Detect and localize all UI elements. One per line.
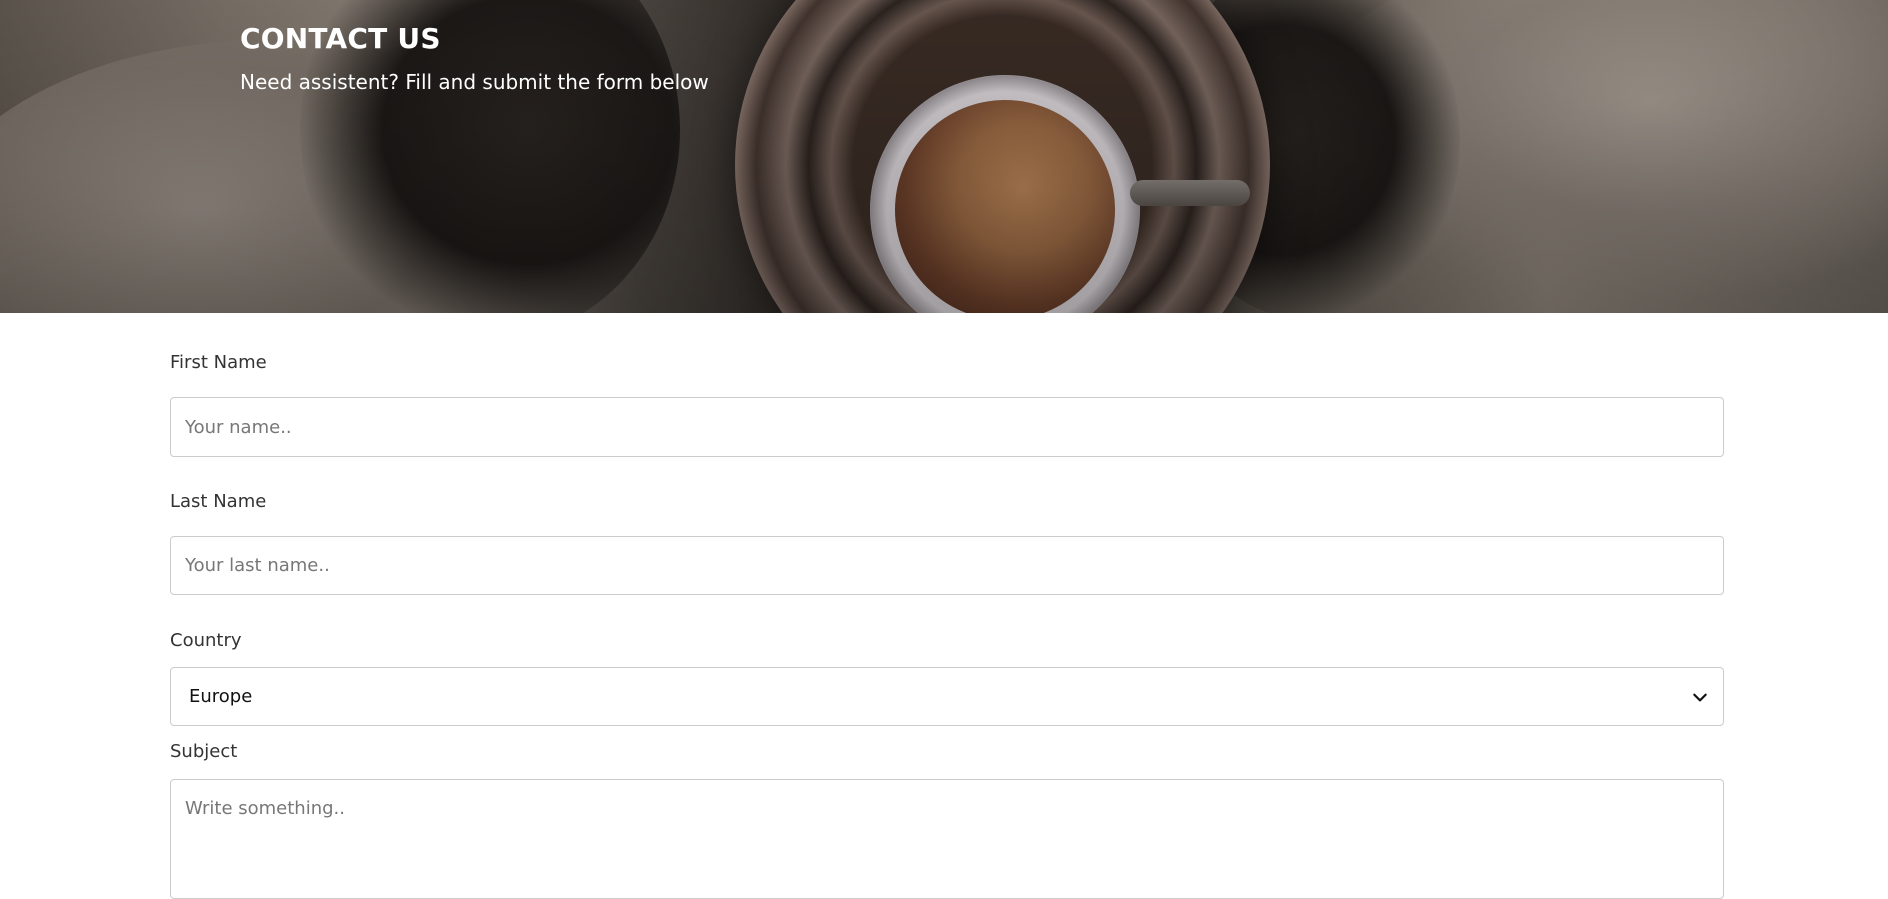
country-label: Country: [170, 630, 242, 651]
country-select[interactable]: Europe: [170, 667, 1724, 726]
page-subtitle: Need assistent? Fill and submit the form…: [240, 70, 709, 94]
first-name-input[interactable]: [170, 397, 1724, 457]
hero-banner: CONTACT US Need assistent? Fill and subm…: [0, 0, 1888, 313]
last-name-input[interactable]: [170, 536, 1724, 595]
page-title: CONTACT US: [240, 22, 441, 55]
subject-textarea[interactable]: [170, 779, 1724, 899]
first-name-label: First Name: [170, 352, 267, 373]
last-name-label: Last Name: [170, 491, 267, 512]
country-selected-value: Europe: [189, 686, 253, 707]
chevron-down-icon: [1693, 693, 1707, 701]
subject-label: Subject: [170, 741, 238, 762]
